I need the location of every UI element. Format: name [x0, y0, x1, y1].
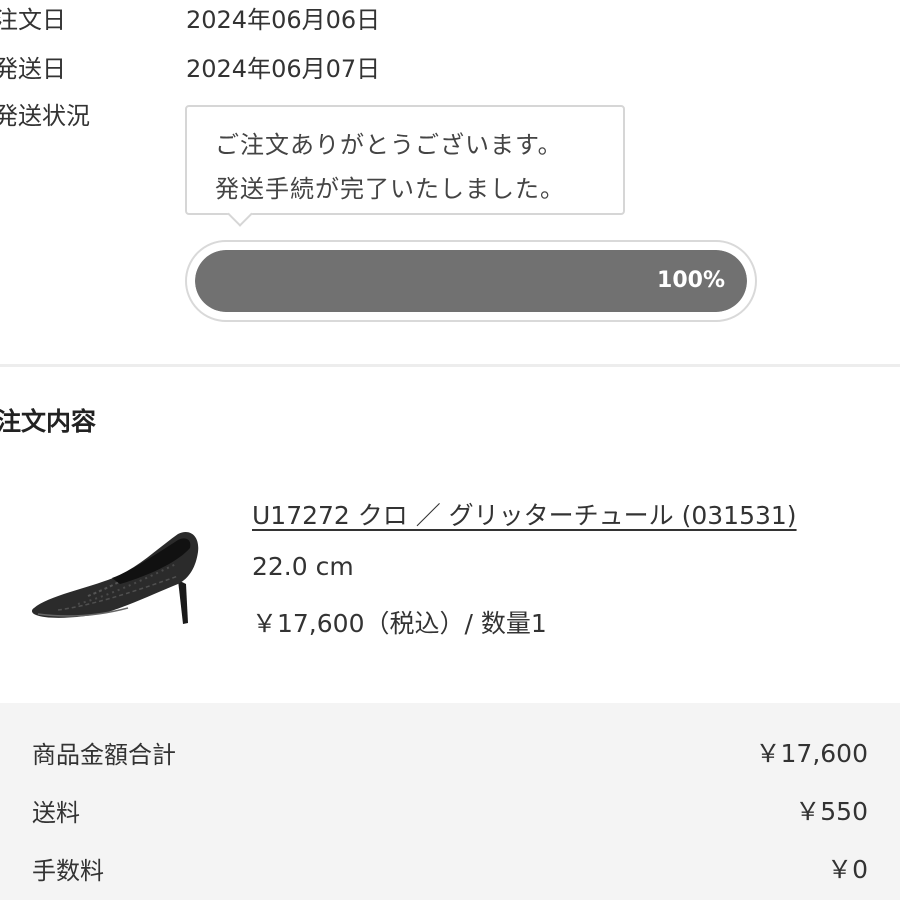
shipping-progress-bar: 100%	[185, 240, 757, 322]
status-message-bubble: ご注文ありがとうございます。 発送手続が完了いたしました。	[185, 105, 625, 215]
order-detail-page: 注文日 2024年06月06日 発送日 2024年06月07日 発送状況 ご注文…	[0, 0, 900, 900]
status-message-line-1: ご注文ありがとうございます。	[215, 131, 563, 159]
product-price-quantity: ￥17,600（税込）/ 数量1	[252, 609, 547, 638]
subtotal-value: ￥17,600	[755, 739, 868, 768]
order-date-value: 2024年06月06日	[186, 6, 381, 34]
subtotal-label: 商品金額合計	[32, 741, 176, 769]
shipping-fee-label: 送料	[32, 799, 80, 827]
handling-fee-value: ￥0	[827, 855, 868, 884]
order-date-label: 注文日	[0, 6, 66, 34]
product-name-link[interactable]: U17272 クロ ／ グリッターチュール (031531)	[252, 496, 797, 532]
handling-fee-label: 手数料	[32, 857, 104, 885]
ship-date-value: 2024年06月07日	[186, 55, 381, 83]
pump-shoe-image[interactable]	[28, 518, 208, 638]
section-divider	[0, 364, 900, 367]
order-contents-title: 注文内容	[0, 407, 97, 436]
progress-track: 100%	[195, 250, 747, 312]
product-size: 22.0 cm	[252, 552, 354, 581]
shipping-fee-value: ￥550	[795, 797, 868, 826]
ship-date-label: 発送日	[0, 55, 66, 83]
status-message-line-2: 発送手続が完了いたしました。	[215, 175, 565, 203]
progress-percent: 100%	[657, 268, 725, 293]
shipping-status-label: 発送状況	[0, 102, 90, 130]
order-summary: 商品金額合計 ￥17,600 送料 ￥550 手数料 ￥0	[0, 703, 900, 900]
